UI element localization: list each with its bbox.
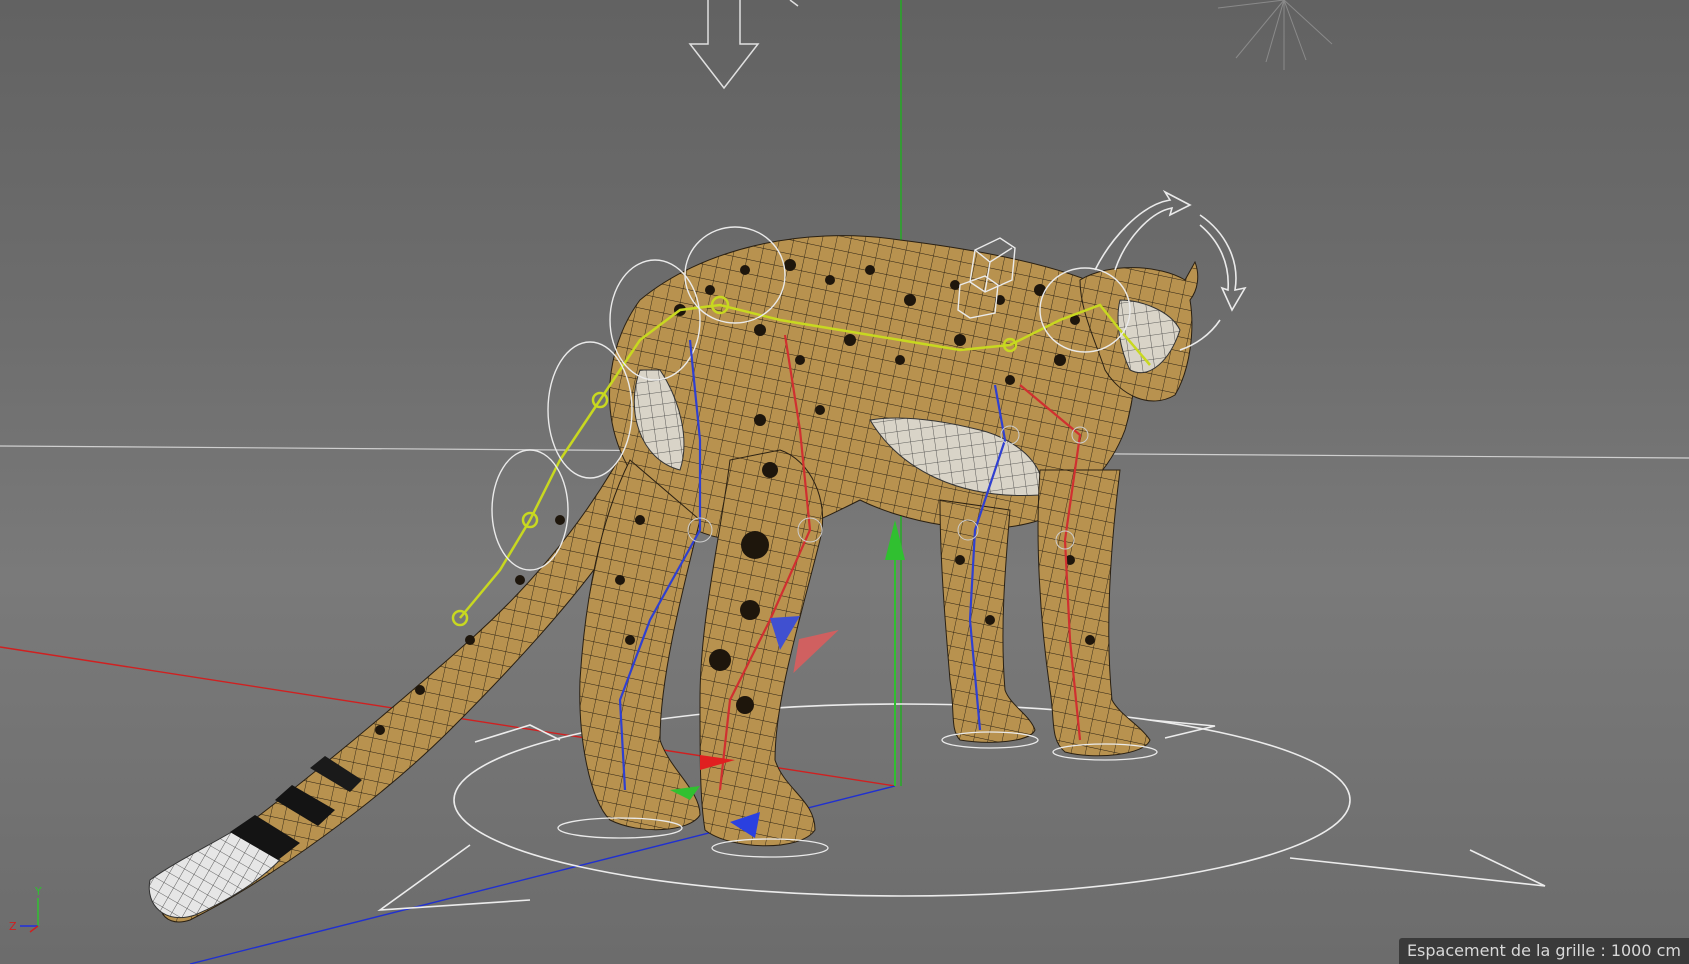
front-leg-right[interactable] [1037,469,1151,757]
arrow-down-icon[interactable] [688,0,799,90]
axis-y-label: Y [34,885,42,898]
3d-viewport[interactable]: Y Z Espacement de la grille : 1000 cm [0,0,1689,964]
axis-orientation-gizmo: Y Z [9,885,42,933]
grid-spacing-label: Espacement de la grille : 1000 cm [1398,938,1689,964]
light-icon[interactable] [1217,0,1333,70]
viewport-scene[interactable] [0,0,1689,964]
axis-z-label: Z [9,920,17,933]
